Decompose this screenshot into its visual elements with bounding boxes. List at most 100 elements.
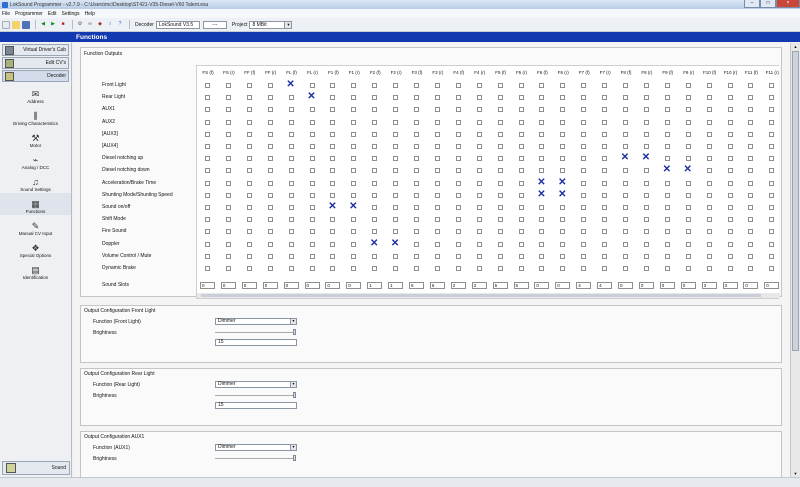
sidebar-item-motor[interactable]: ⚒ Motor	[0, 127, 71, 149]
function-checkbox[interactable]	[623, 107, 628, 113]
function-checkbox[interactable]	[434, 253, 440, 259]
function-checkbox[interactable]	[643, 217, 649, 223]
function-checkbox[interactable]	[267, 241, 273, 247]
chevron-down-icon[interactable]: ▼	[290, 319, 296, 324]
function-checkbox[interactable]	[748, 192, 754, 198]
function-checkbox[interactable]	[602, 107, 608, 113]
scroll-down-icon[interactable]: ▼	[792, 470, 799, 477]
function-checkbox[interactable]	[205, 119, 210, 125]
checked-cell[interactable]: ✕	[683, 165, 693, 175]
function-checkbox[interactable]	[602, 217, 608, 223]
sound-slot-input[interactable]: 0	[346, 282, 362, 290]
function-checkbox[interactable]	[455, 95, 461, 101]
function-checkbox[interactable]	[560, 83, 566, 88]
function-checkbox[interactable]	[518, 241, 524, 247]
function-checkbox[interactable]	[476, 241, 482, 247]
help-icon[interactable]: ?	[116, 21, 124, 29]
function-checkbox[interactable]	[560, 95, 566, 101]
function-checkbox[interactable]	[685, 131, 691, 137]
function-checkbox[interactable]	[664, 266, 670, 271]
function-checkbox[interactable]	[643, 144, 649, 149]
function-checkbox[interactable]	[288, 180, 294, 186]
function-checkbox[interactable]	[643, 83, 649, 88]
close-button[interactable]: ×	[776, 0, 800, 8]
function-checkbox[interactable]	[685, 192, 691, 198]
function-checkbox[interactable]	[602, 229, 608, 235]
function-checkbox[interactable]	[727, 83, 733, 88]
sound-slot-input[interactable]: 1	[388, 282, 404, 290]
function-checkbox[interactable]	[727, 156, 733, 162]
function-checkbox[interactable]	[205, 192, 210, 198]
function-checkbox[interactable]	[351, 144, 357, 149]
function-checkbox[interactable]	[497, 192, 503, 198]
function-checkbox[interactable]	[476, 266, 482, 271]
function-checkbox[interactable]	[518, 168, 524, 174]
function-checkbox[interactable]	[225, 83, 231, 88]
function-checkbox[interactable]	[246, 205, 252, 210]
function-checkbox[interactable]	[246, 144, 252, 149]
function-checkbox[interactable]	[309, 266, 315, 271]
function-checkbox[interactable]	[225, 107, 231, 113]
function-checkbox[interactable]	[288, 253, 294, 259]
function-checkbox[interactable]	[330, 192, 336, 198]
function-checkbox[interactable]	[706, 95, 712, 101]
function-checkbox[interactable]	[518, 83, 524, 88]
function-checkbox[interactable]	[476, 253, 482, 259]
function-checkbox[interactable]	[393, 266, 399, 271]
function-checkbox[interactable]	[643, 241, 649, 247]
function-checkbox[interactable]	[643, 180, 649, 186]
sidebar-top-decoder[interactable]: Decoder	[2, 70, 69, 82]
function-checkbox[interactable]	[602, 156, 608, 162]
sound-slot-input[interactable]: 0	[638, 282, 654, 290]
function-checkbox[interactable]	[727, 241, 733, 247]
function-checkbox[interactable]	[476, 107, 482, 113]
function-checkbox[interactable]	[706, 131, 712, 137]
function-checkbox[interactable]	[581, 119, 587, 125]
function-checkbox[interactable]	[476, 95, 482, 101]
function-checkbox[interactable]	[685, 180, 691, 186]
function-checkbox[interactable]	[309, 168, 315, 174]
function-checkbox[interactable]	[769, 229, 775, 235]
function-checkbox[interactable]	[205, 266, 210, 271]
function-checkbox[interactable]	[309, 229, 315, 235]
function-checkbox[interactable]	[769, 95, 775, 101]
link-icon[interactable]: ∞	[86, 21, 94, 29]
function-checkbox[interactable]	[455, 156, 461, 162]
function-checkbox[interactable]	[205, 156, 210, 162]
sidebar-item-address[interactable]: ✉ Address	[0, 83, 71, 105]
function-checkbox[interactable]	[518, 107, 524, 113]
function-checkbox[interactable]	[518, 156, 524, 162]
function-checkbox[interactable]	[330, 95, 336, 101]
function-checkbox[interactable]	[455, 180, 461, 186]
chevron-down-icon[interactable]: ▼	[284, 21, 292, 28]
checked-cell[interactable]: ✕	[348, 202, 358, 212]
function-checkbox[interactable]	[205, 168, 210, 174]
function-checkbox[interactable]	[309, 241, 315, 247]
function-checkbox[interactable]	[351, 156, 357, 162]
function-checkbox[interactable]	[351, 229, 357, 235]
function-checkbox[interactable]	[539, 266, 545, 271]
function-checkbox[interactable]	[476, 119, 482, 125]
function-checkbox[interactable]	[225, 205, 231, 210]
function-checkbox[interactable]	[539, 131, 545, 137]
function-checkbox[interactable]	[518, 253, 524, 259]
sound-slot-input[interactable]: 6	[409, 282, 424, 290]
program-icon[interactable]: ⚙	[76, 21, 84, 29]
function-checkbox[interactable]	[602, 144, 608, 149]
function-checkbox[interactable]	[351, 107, 357, 113]
function-checkbox[interactable]	[414, 83, 419, 88]
function-checkbox[interactable]	[246, 253, 252, 259]
function-checkbox[interactable]	[706, 107, 712, 113]
function-checkbox[interactable]	[414, 144, 419, 149]
function-checkbox[interactable]	[414, 168, 419, 174]
function-checkbox[interactable]	[539, 107, 545, 113]
function-checkbox[interactable]	[581, 241, 587, 247]
read-icon[interactable]: ◀	[39, 21, 47, 29]
function-checkbox[interactable]	[414, 131, 419, 137]
function-checkbox[interactable]	[518, 266, 524, 271]
function-checkbox[interactable]	[602, 168, 608, 174]
function-checkbox[interactable]	[581, 131, 587, 137]
function-checkbox[interactable]	[706, 205, 712, 210]
sound-slot-input[interactable]: 2	[471, 282, 487, 290]
function-checkbox[interactable]	[560, 156, 566, 162]
